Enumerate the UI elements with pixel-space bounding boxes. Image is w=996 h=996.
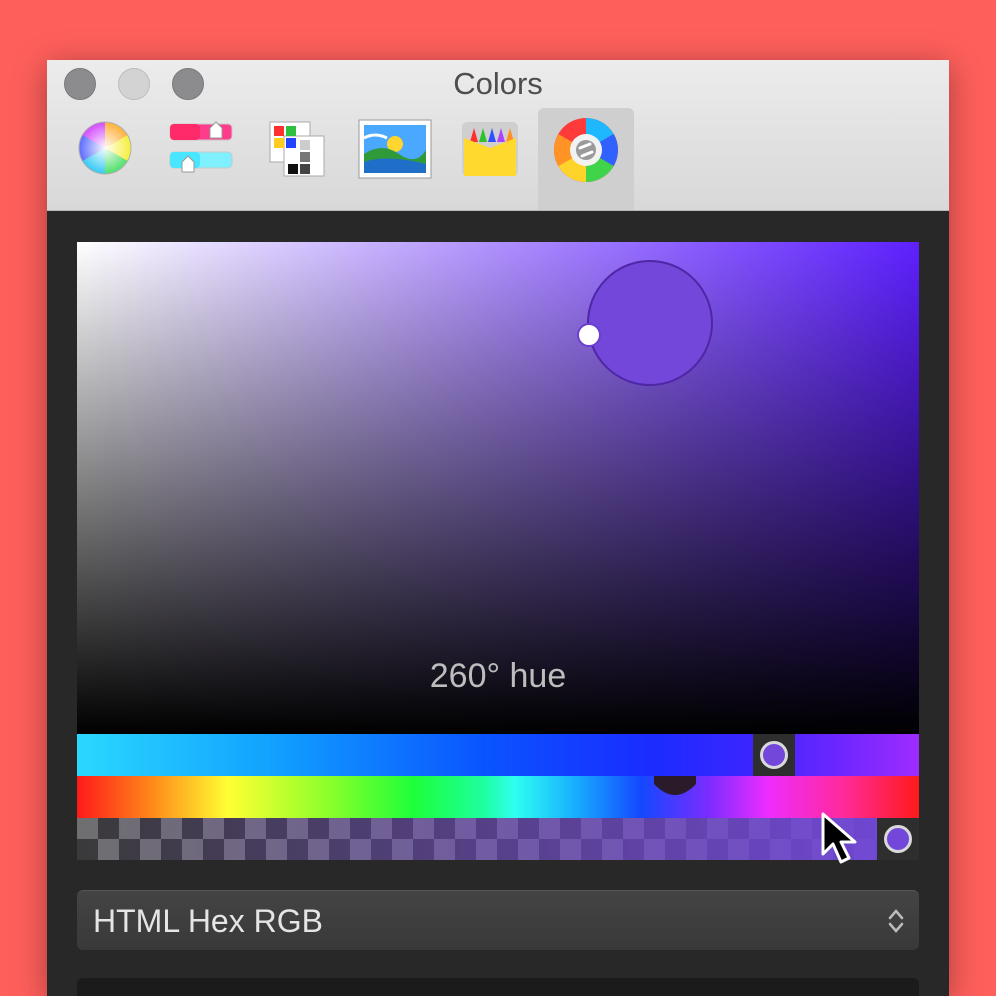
color-preview-circle	[587, 260, 713, 386]
pencils-icon	[462, 122, 518, 176]
opacity-slider-handle[interactable]	[877, 818, 919, 860]
tab-skala-color[interactable]	[538, 108, 634, 210]
tab-color-wheel[interactable]	[57, 108, 153, 210]
skala-color-icon	[554, 118, 618, 182]
color-format-select[interactable]: HTML Hex RGB	[77, 890, 919, 950]
color-sliders-icon	[169, 121, 233, 173]
opacity-slider[interactable]	[77, 818, 919, 860]
color-wheel-icon	[78, 121, 132, 175]
saturation-brightness-field[interactable]: 260° hue	[77, 242, 919, 734]
window-title: Colors	[453, 66, 543, 101]
color-picker-handle[interactable]	[577, 323, 601, 347]
color-palettes-icon	[269, 121, 325, 177]
hue-position-marker[interactable]	[654, 776, 696, 798]
tab-image-palettes[interactable]	[347, 108, 443, 210]
fine-hue-knob	[760, 741, 788, 769]
up-down-chevron-icon	[888, 909, 904, 933]
tab-color-sliders[interactable]	[152, 108, 248, 210]
image-palettes-icon	[358, 119, 432, 179]
fine-hue-slider[interactable]	[77, 734, 919, 776]
hue-label: 260° hue	[429, 657, 567, 695]
mouse-cursor-icon	[821, 812, 857, 864]
fine-hue-slider-handle[interactable]	[753, 734, 795, 776]
hex-value-field[interactable]	[77, 978, 919, 996]
opacity-knob	[884, 825, 912, 853]
title-bar: Colors	[47, 60, 949, 211]
color-format-label: HTML Hex RGB	[93, 903, 323, 939]
tab-color-palettes[interactable]	[248, 108, 344, 210]
hue-spectrum-slider[interactable]	[77, 776, 919, 818]
tab-pencils[interactable]	[442, 108, 538, 210]
colors-window: Colors 260° hue HTML Hex RGB	[47, 60, 949, 996]
